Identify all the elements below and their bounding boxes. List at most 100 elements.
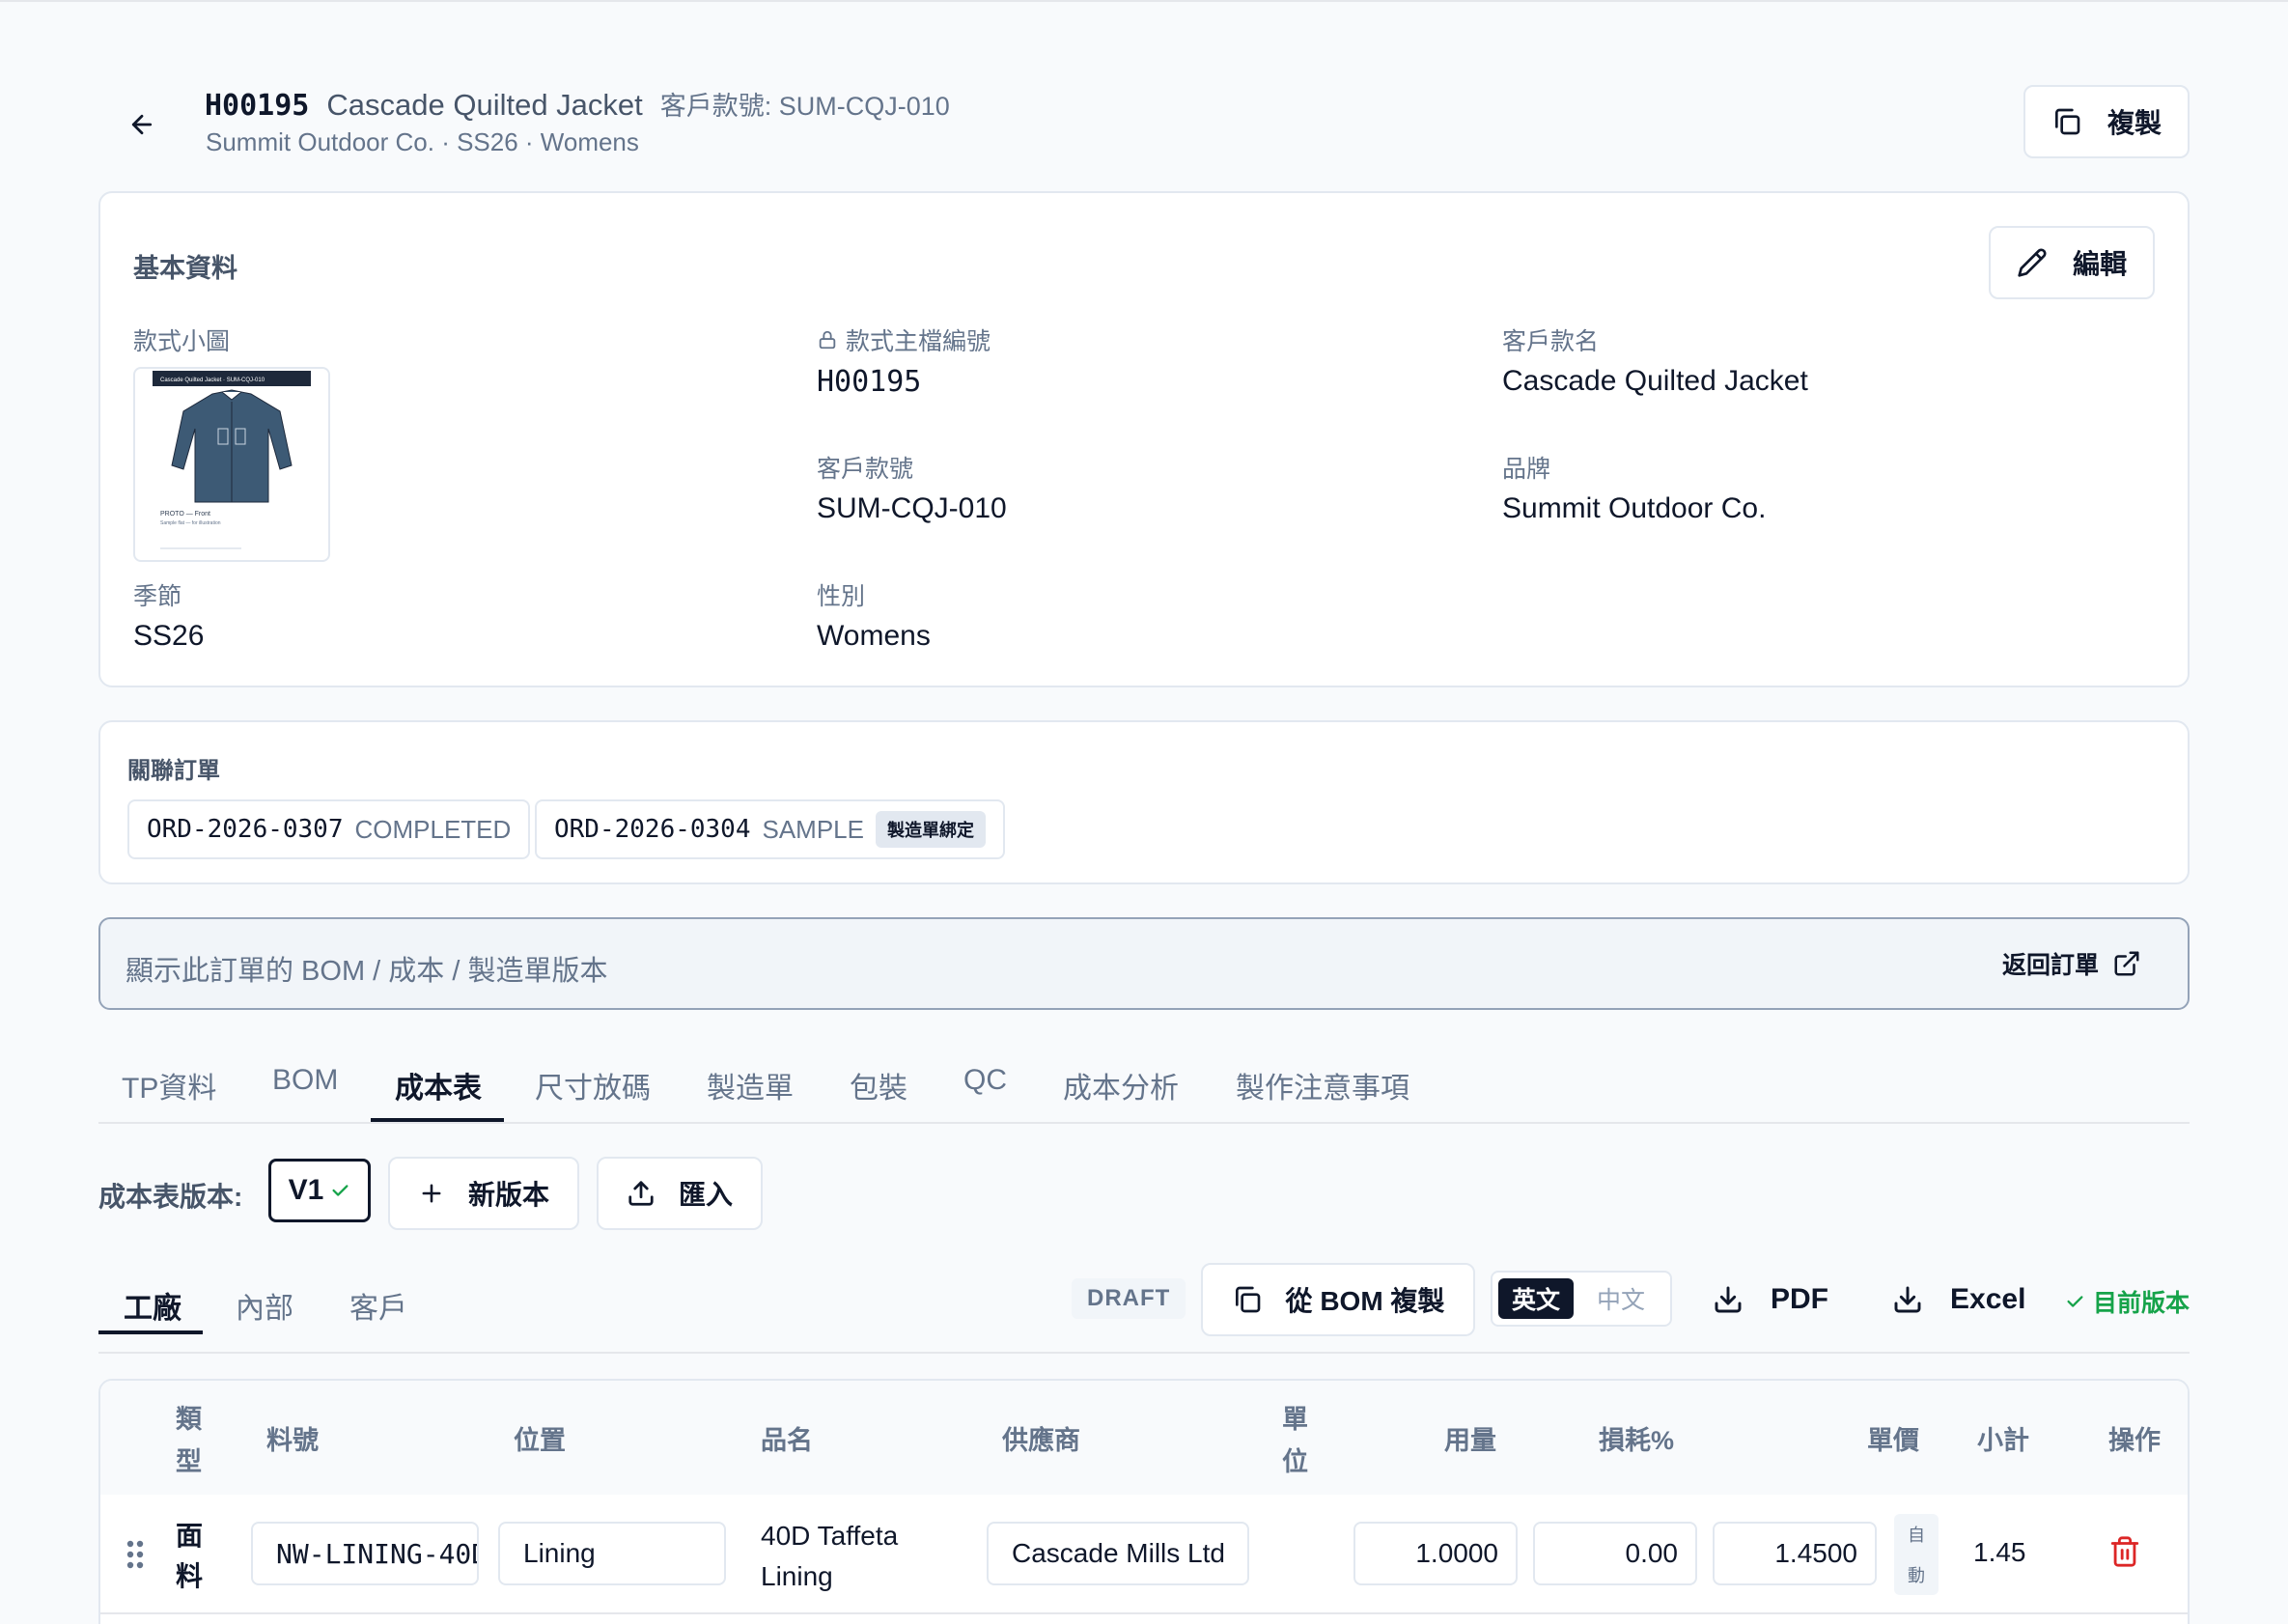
col-subtotal: 小計	[1977, 1426, 2029, 1455]
tab-production-notes[interactable]: 製作注意事項	[1236, 1064, 1409, 1106]
page-header: H00195 Cascade Quilted Jacket 客戶款號: SUM-…	[98, 77, 2190, 164]
version-label: V1	[288, 1174, 324, 1206]
customer-style-value: SUM-CQJ-010	[817, 492, 1007, 524]
gender-value: Womens	[817, 620, 931, 652]
subtab-factory[interactable]: 工廠	[124, 1284, 181, 1327]
col-waste: 損耗%	[1599, 1426, 1675, 1455]
return-to-order-link[interactable]: 返回訂單	[2002, 946, 2141, 981]
tab-packaging[interactable]: 包裝	[850, 1064, 907, 1106]
tab-cost-analysis[interactable]: 成本分析	[1063, 1064, 1179, 1106]
arrow-left-icon	[127, 110, 156, 139]
brand-label: 品牌	[1502, 456, 1551, 483]
external-link-icon	[2112, 949, 2141, 978]
col-position: 位置	[514, 1426, 566, 1455]
brand-field: 品牌 Summit Outdoor Co.	[1502, 450, 1766, 525]
tab-tp[interactable]: TP資料	[122, 1064, 216, 1106]
copy-icon	[1232, 1284, 1263, 1315]
unit-price-input[interactable]: 1.4500	[1713, 1522, 1877, 1585]
style-thumbnail[interactable]: Cascade Quilted Jacket · SUM-CQJ-010 PRO…	[133, 367, 330, 562]
style-code: H00195	[205, 89, 310, 123]
edit-label: 編輯	[2072, 249, 2127, 279]
customer-style-field: 客戶款號 SUM-CQJ-010	[817, 450, 1007, 525]
gender-label: 性別	[817, 583, 866, 610]
thumb-caption-sub: Sample flat — for illustration	[160, 520, 221, 526]
row-subtotal: 1.45	[1973, 1537, 2026, 1567]
subtab-internal[interactable]: 內部	[236, 1284, 293, 1327]
check-icon	[2064, 1291, 2085, 1312]
customer-name-label: 客戶款名	[1502, 328, 1600, 355]
position-input[interactable]: Lining	[498, 1522, 726, 1585]
col-item-name: 品名	[761, 1426, 813, 1455]
season-field: 季節 SS26	[133, 577, 204, 653]
import-button[interactable]: 匯入	[597, 1157, 763, 1230]
col-usage: 用量	[1444, 1426, 1496, 1455]
order-badge: 製造單綁定	[876, 811, 986, 848]
col-actions: 操作	[2108, 1426, 2161, 1455]
tab-production-order[interactable]: 製造單	[707, 1064, 794, 1106]
customer-style-no: 客戶款號: SUM-CQJ-010	[659, 92, 950, 121]
waste-input[interactable]: 0.00	[1533, 1522, 1697, 1585]
table-header: 類 型 料號 位置 品名 供應商 單 位 用量 損耗% 單價 小計 操作	[100, 1381, 2188, 1495]
row-item-name: 40D Taffeta Lining	[761, 1521, 899, 1591]
lang-en-option[interactable]: 英文	[1498, 1278, 1575, 1319]
copy-from-bom-button[interactable]: 從 BOM 複製	[1201, 1263, 1475, 1336]
tab-qc[interactable]: QC	[963, 1064, 1007, 1097]
lock-icon	[817, 329, 838, 350]
import-label: 匯入	[678, 1180, 733, 1210]
col-unit-price: 單價	[1867, 1426, 1919, 1455]
excel-label: Excel	[1950, 1283, 2026, 1315]
trash-icon	[2108, 1535, 2141, 1568]
brand-value: Summit Outdoor Co.	[1502, 492, 1767, 524]
style-no-field: 款式主檔編號 H00195	[817, 322, 991, 399]
plus-icon	[418, 1180, 445, 1207]
pdf-label: PDF	[1771, 1283, 1828, 1315]
supplier-input[interactable]: Cascade Mills Ltd	[987, 1522, 1249, 1585]
order-chip[interactable]: ORD-2026-0304 SAMPLE 製造單綁定	[535, 799, 1005, 859]
status-badge: DRAFT	[1072, 1278, 1186, 1319]
order-chip[interactable]: ORD-2026-0307 COMPLETED	[127, 799, 531, 859]
cost-version-row: 成本表版本: V1 新版本 匯入	[98, 1157, 1064, 1230]
current-version-indicator: 目前版本	[2064, 1284, 2190, 1319]
tab-size-grading[interactable]: 尺寸放碼	[535, 1064, 651, 1106]
lang-zh-option[interactable]: 中文	[1583, 1278, 1659, 1319]
export-pdf-button[interactable]: PDF	[1713, 1271, 1828, 1329]
pencil-icon	[2017, 247, 2048, 278]
edit-button[interactable]: 編輯	[1989, 226, 2155, 299]
download-icon	[1713, 1284, 1744, 1315]
main-tabs: TP資料 BOM 成本表 尺寸放碼 製造單 包裝 QC 成本分析 製作注意事項	[98, 1050, 2190, 1124]
copy-label: 複製	[2107, 108, 2162, 138]
usage-input[interactable]: 1.0000	[1353, 1522, 1518, 1585]
check-icon	[329, 1180, 350, 1201]
back-button[interactable]	[118, 100, 166, 149]
col-item-no: 料號	[266, 1426, 319, 1455]
item-no-input[interactable]: NW-LINING-40D	[251, 1522, 479, 1585]
auto-price-toggle[interactable]: 自 動	[1894, 1514, 1939, 1595]
export-excel-button[interactable]: Excel	[1892, 1271, 2025, 1329]
thumb-field: 款式小圖	[133, 322, 230, 357]
order-status: COMPLETED	[354, 814, 512, 844]
new-version-button[interactable]: 新版本	[388, 1157, 579, 1230]
customer-name-value: Cascade Quilted Jacket	[1502, 365, 1808, 397]
tab-bom[interactable]: BOM	[272, 1064, 338, 1097]
new-version-label: 新版本	[467, 1180, 549, 1210]
tab-cost-sheet[interactable]: 成本表	[395, 1064, 482, 1106]
notice-text: 顯示此訂單的 BOM / 成本 / 製造單版本	[126, 956, 608, 987]
active-tab-indicator	[371, 1118, 504, 1122]
col-type: 類 型	[176, 1405, 202, 1476]
style-no-label: 款式主檔編號	[846, 328, 991, 355]
cost-version-label: 成本表版本:	[98, 1182, 243, 1212]
subtab-customer[interactable]: 客戶	[349, 1284, 407, 1327]
download-icon	[1892, 1284, 1923, 1315]
language-toggle: 英文 中文	[1491, 1271, 1672, 1327]
version-chip-v1[interactable]: V1	[268, 1159, 371, 1222]
customer-style-label: 客戶款號	[817, 456, 914, 483]
delete-row-button[interactable]	[2108, 1535, 2141, 1568]
season-value: SS26	[133, 620, 205, 652]
customer-name-field: 客戶款名 Cascade Quilted Jacket	[1502, 322, 1808, 398]
thumb-caption-top: Cascade Quilted Jacket · SUM-CQJ-010	[160, 378, 265, 383]
col-unit: 單 位	[1282, 1405, 1308, 1476]
related-orders-title: 關聯訂單	[127, 758, 220, 784]
drag-handle-icon[interactable]	[126, 1539, 145, 1570]
copy-button[interactable]: 複製	[2023, 85, 2190, 158]
basic-info-title: 基本資料	[133, 254, 237, 283]
